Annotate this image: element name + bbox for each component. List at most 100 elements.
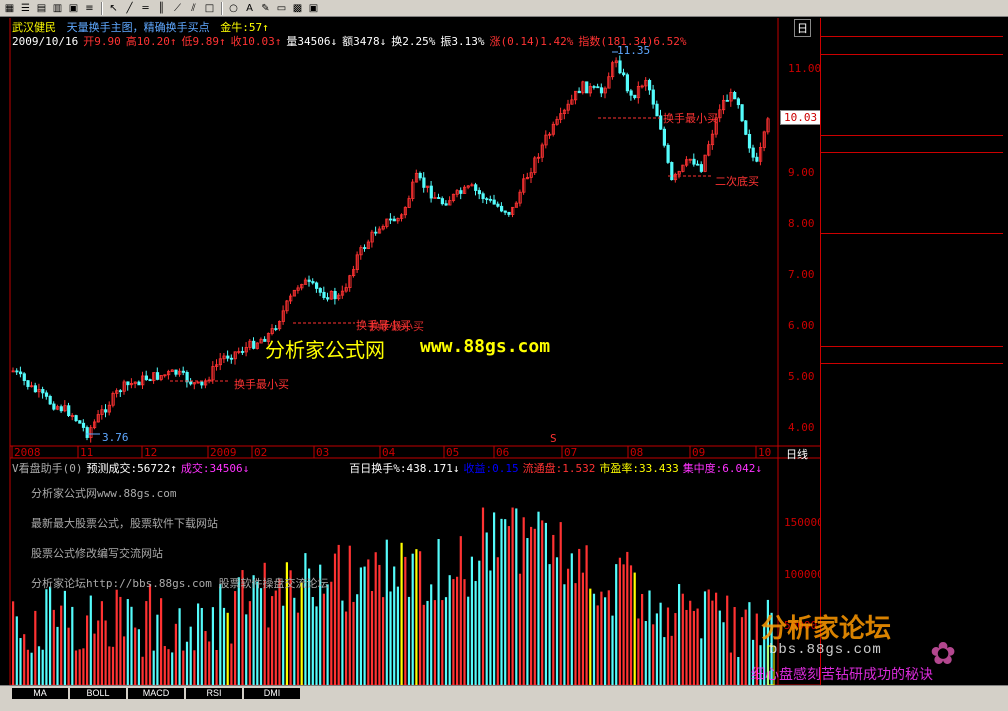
fan-icon[interactable]: ⟋ — [170, 1, 185, 16]
volume-bar — [245, 614, 248, 685]
color-icon[interactable]: ▩ — [290, 1, 305, 16]
volume-bar — [137, 629, 140, 685]
period-label[interactable]: 日线 — [786, 446, 808, 462]
volume-bar — [622, 564, 625, 685]
tick-row — [821, 492, 1003, 508]
candle-body — [725, 99, 729, 102]
tab-rsi[interactable]: RSI — [186, 688, 242, 699]
tab-macd[interactable]: MACD — [128, 688, 184, 699]
text-icon[interactable]: ≡ — [82, 1, 97, 16]
vline-icon[interactable]: ║ — [154, 1, 169, 16]
volume-bar — [385, 539, 388, 685]
s-marker: S — [550, 432, 557, 445]
quote-title — [821, 20, 1003, 36]
flower-icon: ✿ — [931, 632, 956, 677]
volume-bar — [711, 600, 714, 685]
time-tick: 11 — [80, 446, 94, 459]
rect-icon[interactable]: □ — [202, 1, 217, 16]
tab-boll[interactable]: BOLL — [70, 688, 126, 699]
chart-icon[interactable]: ▣ — [66, 1, 81, 16]
cursor-icon[interactable]: ↖ — [106, 1, 121, 16]
volume-bar — [374, 552, 377, 685]
volume-bar — [729, 652, 732, 685]
text-tool-icon[interactable]: A — [242, 1, 257, 16]
volume-bar — [700, 638, 703, 685]
volume-bar — [530, 526, 533, 685]
ask-row — [821, 87, 1003, 103]
eraser-icon[interactable]: ▭ — [274, 1, 289, 16]
volume-bar — [330, 581, 333, 685]
candle-body — [322, 291, 326, 298]
volume-bar — [415, 549, 418, 685]
stat-row — [821, 314, 1003, 330]
candle-body — [314, 282, 319, 289]
candle-body — [618, 60, 622, 74]
price-tick: 11.00 — [788, 62, 822, 75]
volume-bar — [119, 596, 122, 685]
candle-body — [200, 381, 204, 386]
volume-bar — [655, 613, 658, 685]
info-field: 低9.89↑ — [181, 35, 226, 48]
candle-body — [474, 184, 478, 191]
tick-row — [821, 364, 1003, 380]
pen-icon[interactable]: ✎ — [258, 1, 273, 16]
volume-bar — [171, 652, 174, 685]
volume-field: 集中度:6.042↓ — [682, 462, 763, 475]
save-icon[interactable]: ▣ — [306, 1, 321, 16]
volume-bar — [496, 557, 499, 685]
channel-icon[interactable]: ⫽ — [186, 1, 201, 16]
volume-bar — [555, 557, 559, 685]
volume-bar — [315, 606, 318, 685]
divider — [821, 36, 1003, 37]
volume-bar — [282, 605, 285, 685]
bars-icon[interactable]: ▥ — [50, 1, 65, 16]
candle-body — [699, 164, 704, 172]
grid-icon[interactable]: ▦ — [2, 1, 17, 16]
volume-bar — [341, 600, 344, 685]
volume-bar — [363, 566, 366, 685]
ad-line-1: 分析家公式网www.88gs.com — [31, 487, 177, 500]
ask-row — [821, 119, 1003, 135]
candle-body — [666, 144, 670, 163]
time-tick: 12 — [144, 446, 158, 459]
candle-body — [388, 218, 393, 221]
toolbar-separator — [101, 1, 103, 15]
volume-bar — [433, 600, 436, 685]
volume-bar — [467, 596, 470, 685]
candle-body — [181, 370, 185, 373]
volume-bar — [578, 548, 581, 685]
time-tick: 06 — [496, 446, 510, 459]
tab-dmi[interactable]: DMI — [244, 688, 300, 699]
volume-bar — [45, 589, 48, 685]
candle-body — [363, 247, 367, 249]
volume-field: V看盘助手(0) — [12, 462, 83, 475]
candle-body — [26, 380, 30, 387]
volume-bar — [130, 606, 133, 685]
candle-body — [437, 197, 441, 199]
volume-bar — [348, 545, 351, 685]
candle-body — [226, 355, 230, 359]
info-field: 高10.20↑ — [125, 35, 177, 48]
table-icon[interactable]: ▤ — [34, 1, 49, 16]
volume-bar — [304, 553, 307, 685]
forum-logo-url: bbs.88gs.com — [769, 642, 882, 658]
volume-field: 成交:34506↓ — [180, 462, 250, 475]
volume-bar — [485, 532, 488, 685]
ellipse-icon[interactable]: ○ — [226, 1, 241, 16]
price-tick: 8.00 — [788, 217, 815, 230]
tab-ma[interactable]: MA — [12, 688, 68, 699]
volume-bar — [666, 607, 670, 685]
corner-label[interactable]: 日 — [794, 19, 811, 37]
hline-icon[interactable]: ═ — [138, 1, 153, 16]
tick-row — [821, 444, 1003, 460]
volume-bar — [722, 622, 725, 685]
candle-body — [488, 198, 493, 201]
line-icon[interactable]: ╱ — [122, 1, 137, 16]
volume-bar — [574, 583, 577, 685]
volume-bar — [293, 597, 296, 685]
volume-bar — [141, 656, 144, 685]
volume-bar — [448, 575, 451, 685]
volume-bar — [71, 606, 74, 685]
bid-row — [821, 201, 1003, 217]
list-icon[interactable]: ☰ — [18, 1, 33, 16]
